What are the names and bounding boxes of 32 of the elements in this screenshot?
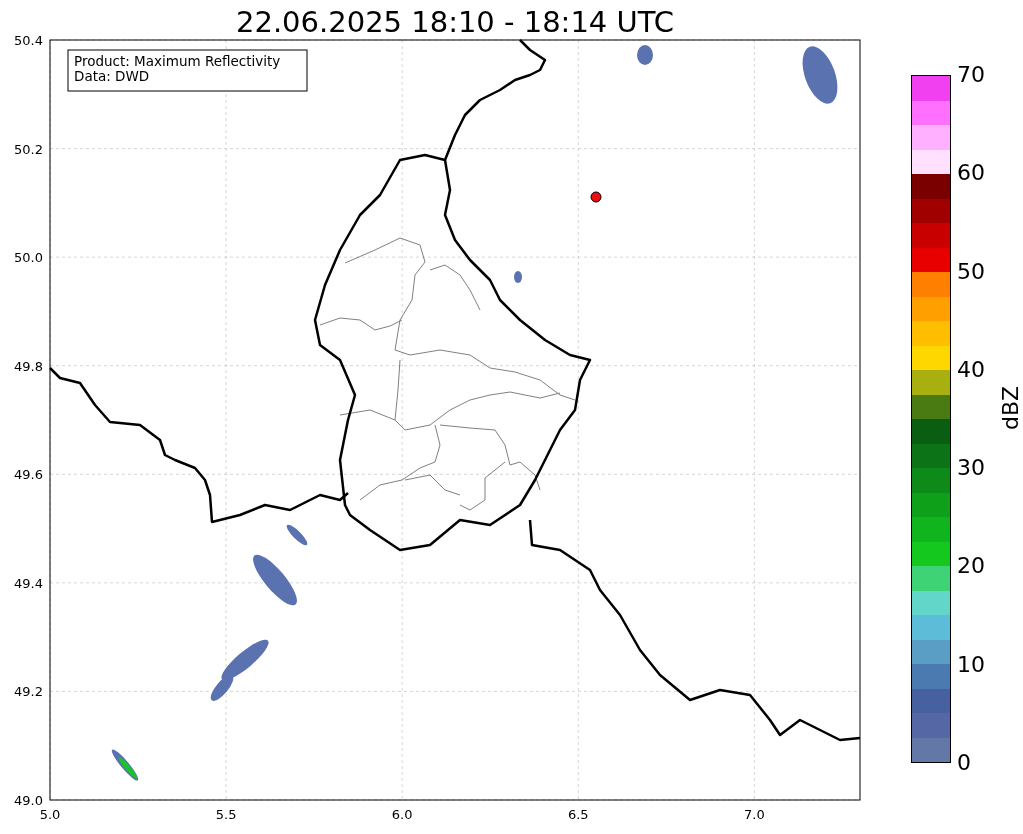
- colorbar-tick-label: 10: [957, 653, 985, 676]
- colorbar-tick-label: 30: [957, 457, 985, 480]
- legend-text: Data: DWD: [74, 68, 150, 84]
- axis-tick-label: 49.8: [14, 358, 43, 374]
- axis-tick-label: 6.5: [567, 807, 589, 822]
- radar-echo-core: [118, 757, 138, 779]
- colorbar-tick-label: 60: [957, 162, 985, 185]
- axis-tick-label: 7.0: [744, 807, 765, 822]
- colorbar-tick-label: 70: [957, 64, 985, 86]
- axis-tick-label: 5.0: [39, 807, 61, 822]
- colorbar-tick-label: 20: [957, 555, 985, 578]
- axis-tick-label: 50.4: [14, 33, 43, 48]
- axis-tick-label: 49.0: [14, 793, 43, 808]
- radar-echo: [802, 46, 838, 104]
- location-marker: [590, 191, 602, 203]
- colorbar-tick-label: 0: [957, 752, 971, 774]
- radar-echo: [637, 45, 653, 65]
- legend-text: Product: Maximum Reflectivity: [74, 53, 281, 69]
- axis-tick-label: 5.5: [215, 807, 237, 822]
- colorbar-tick-label: 40: [957, 358, 985, 381]
- radar-echo: [253, 554, 297, 606]
- axis-tick-label: 49.6: [14, 467, 43, 483]
- colorbar-tick-label: 50: [957, 260, 985, 283]
- colorbar-label: dBZ: [997, 385, 1023, 431]
- axis-tick-label: 6.0: [391, 807, 413, 822]
- radar-echo: [286, 524, 308, 546]
- axis-tick-label: 49.4: [14, 575, 43, 591]
- axis-tick-label: 50.0: [14, 250, 43, 266]
- axis-tick-label: 49.2: [14, 684, 43, 700]
- radar-echo: [514, 271, 522, 283]
- axis-tick-label: 50.2: [14, 141, 43, 157]
- chart-title: 22.06.2025 18:10 - 18:14 UTC: [235, 4, 675, 40]
